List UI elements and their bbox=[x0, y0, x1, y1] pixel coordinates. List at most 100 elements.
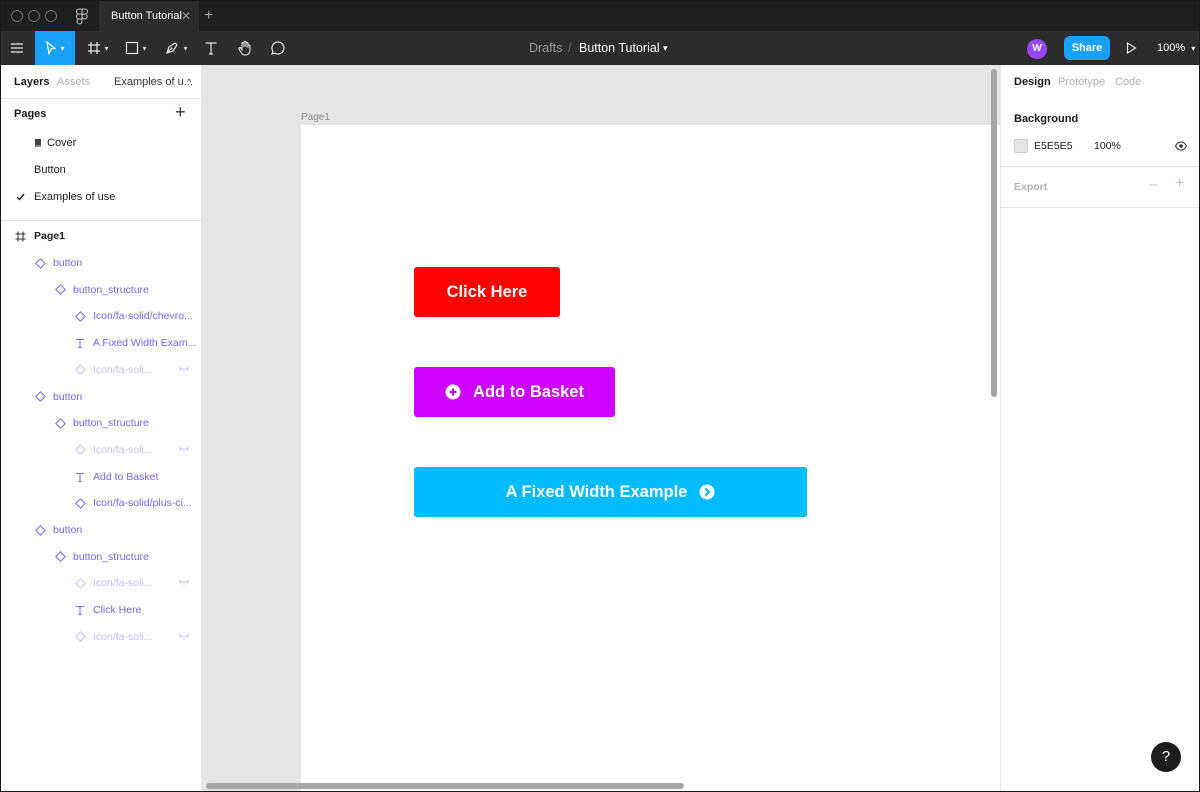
chevron-down-icon: ▾ bbox=[60, 43, 65, 53]
file-name[interactable]: Button Tutorial bbox=[579, 31, 660, 65]
layer-label: Page1 bbox=[34, 230, 65, 242]
button-label: Click Here bbox=[446, 282, 528, 301]
export-title: Export bbox=[1014, 181, 1048, 193]
add-to-basket-button[interactable]: Add to Basket bbox=[414, 367, 615, 417]
layers-panel: Layers Assets Examples of u... ^ Pages +… bbox=[1, 65, 202, 791]
tab-close-icon[interactable]: ✕ bbox=[181, 1, 191, 31]
design-canvas[interactable]: Page1 Click Here Add to Basket A Fixed W… bbox=[202, 65, 1000, 791]
minus-icon[interactable]: − bbox=[1149, 177, 1158, 194]
layer-label: Icon/fa-soli... bbox=[93, 363, 153, 376]
tab-prototype[interactable]: Prototype bbox=[1058, 65, 1105, 99]
zoom-dropdown[interactable]: 100% ▾ bbox=[1157, 31, 1195, 65]
window-close-dot[interactable] bbox=[11, 10, 23, 22]
layer-row[interactable]: Icon/fa-soli... bbox=[1, 570, 201, 596]
user-avatar[interactable]: W bbox=[1027, 39, 1047, 59]
layer-row[interactable]: Icon/fa-solid/plus-ci... bbox=[1, 490, 201, 516]
layer-row[interactable]: Icon/fa-soli... bbox=[1, 624, 201, 650]
layer-label: Icon/fa-solid/chevro... bbox=[93, 310, 193, 323]
breadcrumb-separator: / bbox=[568, 41, 572, 55]
main-menu-button[interactable] bbox=[1, 31, 33, 65]
layer-label: Icon/fa-soli... bbox=[93, 577, 153, 590]
eye-closed-icon[interactable] bbox=[178, 437, 190, 463]
text-layer-icon bbox=[75, 597, 85, 623]
comment-bubble-icon bbox=[271, 41, 285, 55]
layer-row[interactable]: Click Here bbox=[1, 597, 201, 623]
breadcrumb-drafts[interactable]: Drafts bbox=[529, 31, 562, 65]
frame-hash-icon bbox=[88, 42, 101, 54]
eye-icon[interactable] bbox=[1175, 141, 1187, 151]
text-tool-button[interactable] bbox=[199, 31, 223, 65]
add-page-icon[interactable]: + bbox=[175, 102, 186, 123]
background-hex-input[interactable]: E5E5E5 bbox=[1034, 140, 1073, 152]
layer-label: A Fixed Width Exam... bbox=[93, 337, 197, 350]
toolbar: ▾ ▾ ▾ ▾ Drafts / Button Tutorial ▾ W Sha… bbox=[1, 31, 1199, 65]
layer-row[interactable]: button_structure bbox=[1, 544, 201, 570]
layer-row[interactable]: Icon/fa-solid/chevro... bbox=[1, 303, 201, 329]
properties-panel: Design Prototype Code Background E5E5E5 … bbox=[1000, 65, 1199, 791]
right-panel-tabs: Design Prototype Code bbox=[1001, 65, 1199, 99]
frame-label[interactable]: Page1 bbox=[301, 112, 330, 123]
fixed-width-example-button[interactable]: A Fixed Width Example bbox=[414, 467, 807, 517]
hand-icon bbox=[238, 40, 251, 56]
layer-row[interactable]: Icon/fa-soli... bbox=[1, 437, 201, 463]
hand-tool-button[interactable] bbox=[233, 31, 257, 65]
move-tool-button[interactable]: ▾ bbox=[35, 31, 75, 65]
current-page-dropdown[interactable]: Examples of u... bbox=[114, 65, 193, 99]
pen-tool-button[interactable]: ▾ bbox=[159, 31, 193, 65]
tab-design[interactable]: Design bbox=[1014, 65, 1051, 99]
layer-row[interactable]: button_structure bbox=[1, 277, 201, 303]
frame-page1[interactable]: Click Here Add to Basket A Fixed Width E… bbox=[301, 125, 1000, 791]
shape-tool-button[interactable]: ▾ bbox=[119, 31, 153, 65]
cursor-arrow-icon bbox=[46, 41, 57, 55]
layer-row[interactable]: button_structure bbox=[1, 410, 201, 436]
share-button[interactable]: Share bbox=[1064, 36, 1110, 60]
tab-assets[interactable]: Assets bbox=[57, 65, 90, 99]
figma-logo-icon[interactable] bbox=[75, 8, 89, 25]
eye-closed-icon[interactable] bbox=[178, 570, 190, 596]
layer-row[interactable]: Add to Basket bbox=[1, 464, 201, 490]
window-zoom-dot[interactable] bbox=[45, 10, 57, 22]
layer-row[interactable]: button bbox=[1, 384, 201, 410]
layer-label: button_structure bbox=[73, 417, 149, 430]
comment-tool-button[interactable] bbox=[266, 31, 290, 65]
page-item-cover[interactable]: Cover bbox=[1, 130, 201, 156]
tab-code[interactable]: Code bbox=[1115, 65, 1141, 99]
page-label: Button bbox=[34, 164, 66, 176]
layer-label: button bbox=[53, 390, 83, 403]
eye-closed-icon[interactable] bbox=[178, 357, 190, 383]
layer-row[interactable]: button bbox=[1, 517, 201, 543]
layer-label: button_structure bbox=[73, 550, 149, 563]
page-item-button[interactable]: Button bbox=[1, 157, 201, 183]
present-play-icon[interactable] bbox=[1126, 42, 1137, 54]
component-instance-icon bbox=[55, 544, 66, 570]
eye-closed-icon[interactable] bbox=[178, 624, 190, 650]
frame-hash-icon bbox=[15, 223, 26, 249]
background-color-swatch[interactable] bbox=[1014, 139, 1028, 153]
page-label: Examples of use bbox=[34, 191, 116, 203]
help-button[interactable]: ? bbox=[1151, 742, 1181, 772]
component-instance-icon bbox=[75, 490, 86, 516]
page-item-examples-of-use[interactable]: Examples of use bbox=[1, 184, 201, 210]
layer-row[interactable]: Icon/fa-soli... bbox=[1, 357, 201, 383]
component-instance-icon bbox=[75, 437, 86, 463]
file-menu-chevron-icon[interactable]: ▾ bbox=[663, 31, 668, 65]
new-tab-icon[interactable]: + bbox=[204, 1, 213, 31]
background-opacity-input[interactable]: 100% bbox=[1094, 140, 1121, 152]
click-here-button[interactable]: Click Here bbox=[414, 267, 560, 317]
layer-label: button bbox=[53, 257, 83, 269]
plus-icon[interactable]: + bbox=[1175, 175, 1184, 193]
layer-label: Icon/fa-soli... bbox=[93, 443, 153, 456]
tab-layers[interactable]: Layers bbox=[14, 65, 49, 99]
horizontal-scrollbar[interactable] bbox=[206, 783, 684, 789]
layer-row[interactable]: A Fixed Width Exam... bbox=[1, 330, 201, 356]
rectangle-icon bbox=[126, 41, 139, 55]
window-minimize-dot[interactable] bbox=[28, 10, 40, 22]
chevron-up-icon[interactable]: ^ bbox=[187, 65, 191, 99]
tab-button-tutorial[interactable]: Button Tutorial ✕ bbox=[99, 1, 199, 31]
frame-tool-button[interactable]: ▾ bbox=[81, 31, 115, 65]
layer-row[interactable]: button bbox=[1, 250, 201, 276]
layer-frame-page1[interactable]: Page1 bbox=[1, 223, 201, 249]
text-t-icon bbox=[205, 42, 217, 55]
chevron-down-icon: ▾ bbox=[183, 43, 188, 53]
vertical-scrollbar[interactable] bbox=[991, 69, 997, 397]
